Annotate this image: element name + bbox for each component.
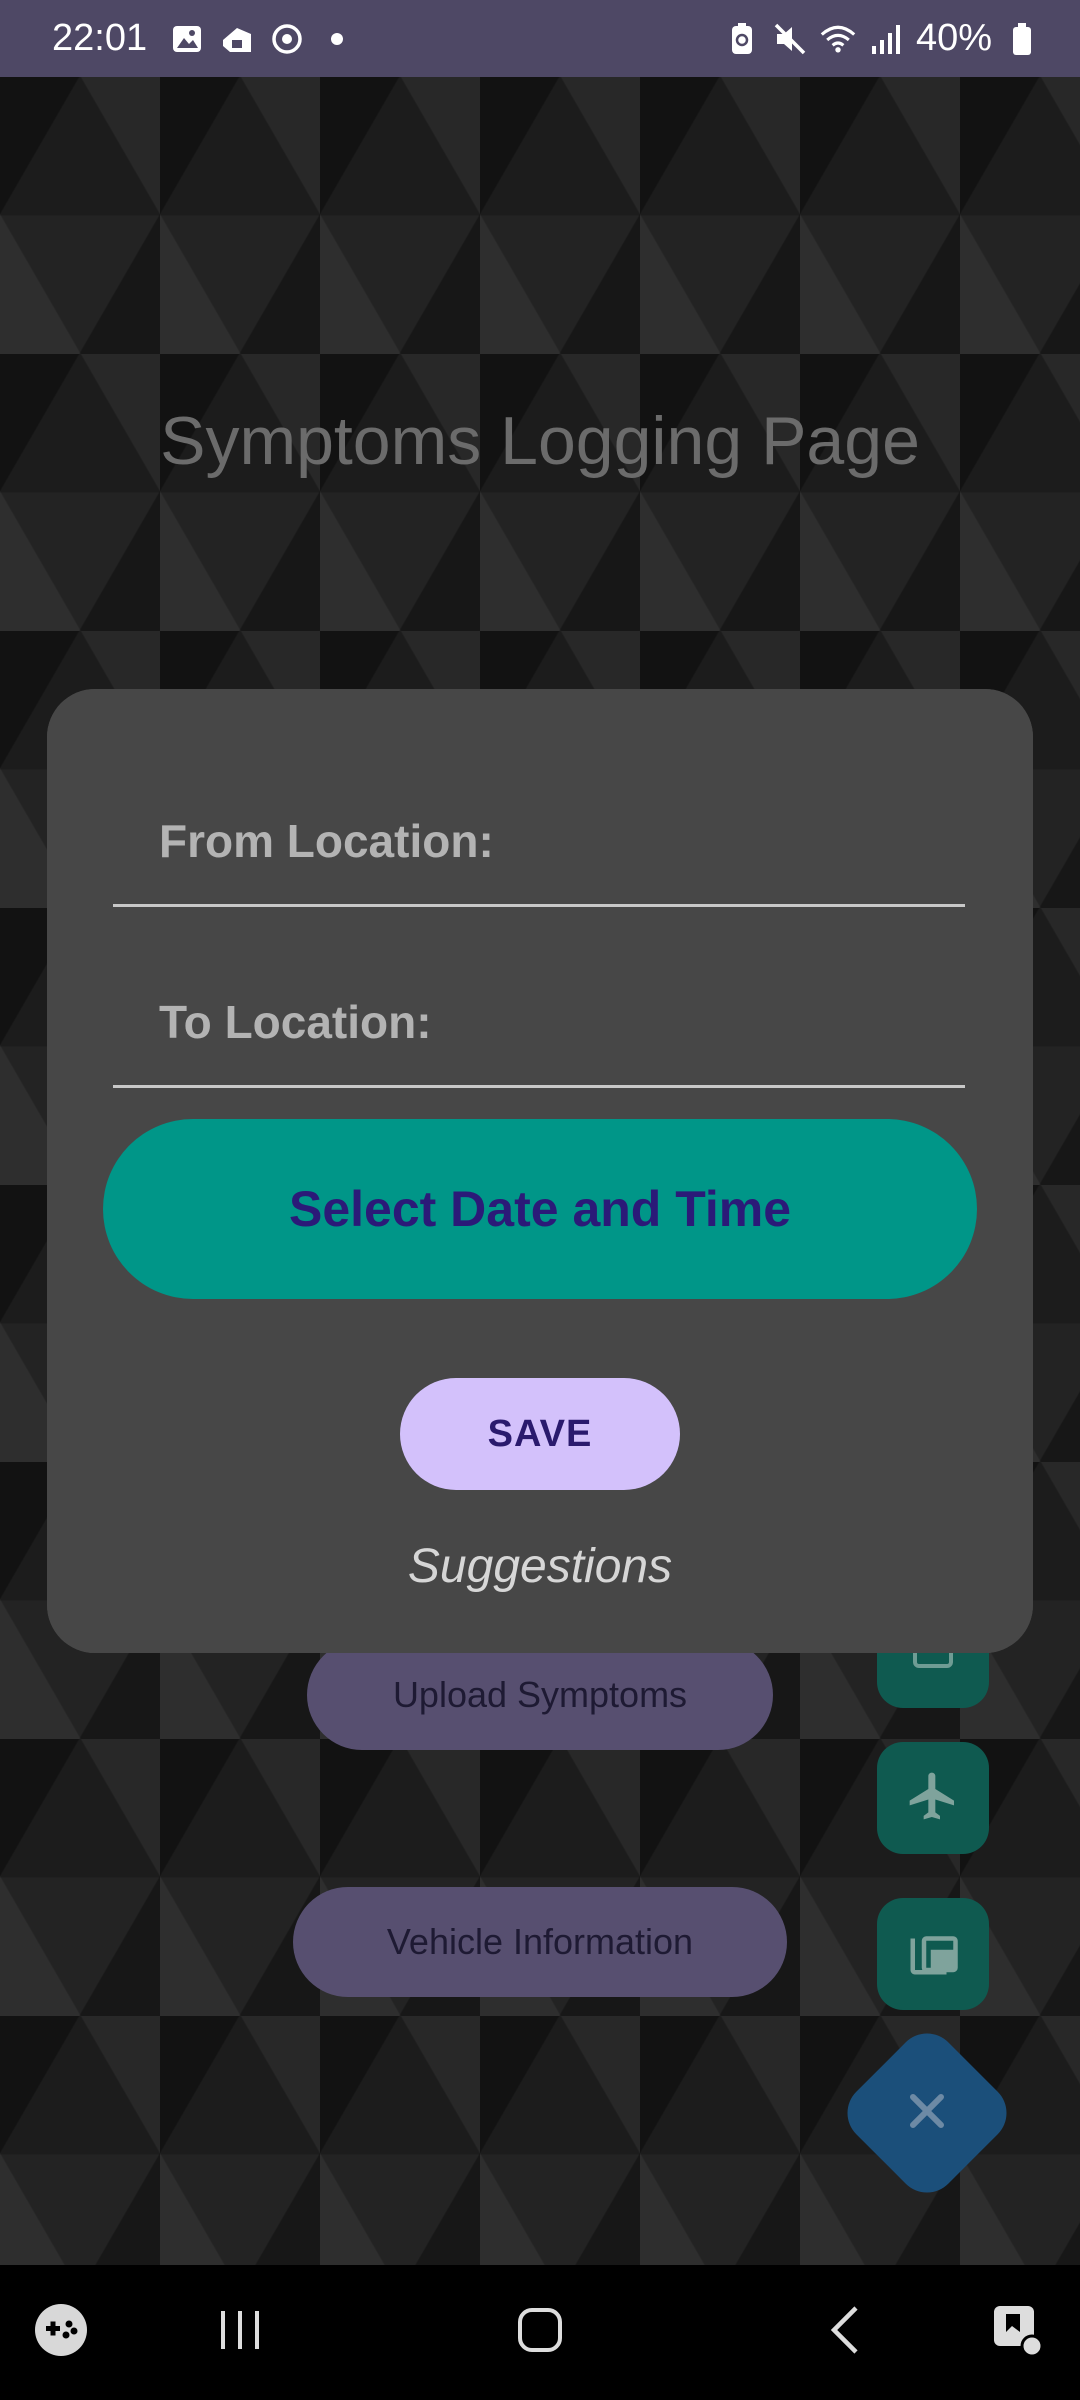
accessibility-button[interactable] [978,2265,1058,2400]
status-time: 22:01 [52,17,148,59]
close-icon [907,2091,947,2136]
status-left-icons [169,21,355,57]
game-launcher-button[interactable] [22,2265,100,2400]
status-bar: 22:01 40% [0,0,1080,77]
home-icon [515,2305,565,2360]
copy-icon [906,1925,960,1984]
to-location-field[interactable]: To Location: [113,975,965,1088]
main-fab-content [862,2048,992,2178]
copy-fab[interactable] [877,1898,989,2010]
app-icon [219,21,255,57]
to-location-label: To Location: [159,996,432,1048]
battery-percent: 40% [915,17,992,59]
accessibility-icon [990,2302,1046,2363]
select-date-time-button[interactable]: Select Date and Time [103,1119,977,1299]
save-button[interactable]: SAVE [400,1378,680,1490]
navigation-bar [0,2265,1080,2400]
from-location-label: From Location: [159,815,494,867]
gallery-icon [169,21,205,57]
upload-symptoms-button[interactable]: Upload Symptoms [307,1640,773,1750]
signal-icon [868,21,904,57]
status-right-icons: 40% [724,17,1040,60]
wifi-icon [820,21,856,57]
airplane-fab[interactable] [877,1742,989,1854]
back-icon [826,2304,866,2361]
vehicle-information-button[interactable]: Vehicle Information [293,1887,787,1997]
mute-icon [772,21,808,57]
recents-button[interactable] [200,2265,280,2400]
home-button[interactable] [500,2265,580,2400]
recents-icon [215,2307,265,2358]
gamepad-icon [33,2302,89,2363]
battery-saver-icon [724,21,760,57]
dot-icon [319,21,355,57]
airplane-icon [905,1768,961,1829]
page-title: Symptoms Logging Page [160,403,920,479]
trip-dialog-content: From Location: To Location: Select Date … [47,689,1033,1653]
from-location-field[interactable]: From Location: [113,794,965,907]
sync-icon [269,21,305,57]
back-button[interactable] [806,2265,886,2400]
battery-icon [1004,21,1040,57]
suggestions-link[interactable]: Suggestions [47,1539,1033,1594]
